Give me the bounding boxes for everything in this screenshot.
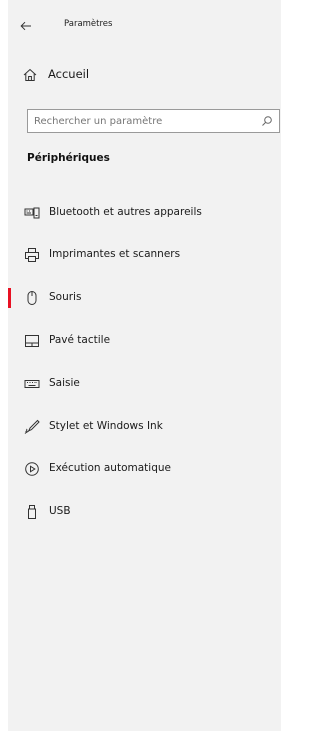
search-box[interactable]	[27, 109, 280, 133]
title-bar: Paramètres	[8, 14, 281, 38]
nav-item-label: Bluetooth et autres appareils	[49, 206, 202, 218]
home-icon	[23, 68, 37, 81]
nav-item-label: Stylet et Windows Ink	[49, 420, 163, 432]
back-button[interactable]	[16, 17, 36, 35]
home-link[interactable]: Accueil	[8, 62, 281, 88]
nav-item-touchpad[interactable]: Pavé tactile	[8, 327, 281, 355]
nav-item-label: Souris	[49, 291, 82, 303]
selection-indicator	[8, 288, 11, 308]
nav-item-label: Exécution automatique	[49, 462, 171, 474]
autoplay-icon	[25, 462, 39, 476]
pen-icon	[24, 419, 40, 434]
usb-icon	[28, 505, 36, 519]
nav-item-bluetooth[interactable]: Bluetooth et autres appareils	[8, 199, 281, 227]
nav-item-autoplay[interactable]: Exécution automatique	[8, 455, 281, 483]
section-heading: Périphériques	[27, 152, 110, 164]
nav-item-label: USB	[49, 505, 71, 517]
nav-item-mouse[interactable]: Souris	[8, 284, 281, 312]
nav-item-label: Saisie	[49, 377, 80, 389]
back-arrow-icon	[20, 21, 31, 31]
nav-item-label: Imprimantes et scanners	[49, 248, 181, 260]
nav-item-usb[interactable]: USB	[8, 498, 281, 526]
search-icon[interactable]	[261, 115, 273, 127]
home-label: Accueil	[48, 67, 90, 81]
keyboard-icon	[24, 380, 40, 388]
printer-icon	[25, 248, 39, 262]
search-input[interactable]	[28, 110, 253, 132]
nav-item-pen[interactable]: Stylet et Windows Ink	[8, 413, 281, 441]
app-title: Paramètres	[64, 19, 113, 29]
nav-item-typing[interactable]: Saisie	[8, 370, 281, 398]
settings-sidebar: Paramètres Accueil Périphériques Bluetoo…	[8, 0, 281, 731]
nav-item-printers[interactable]: Imprimantes et scanners	[8, 241, 281, 269]
touchpad-icon	[25, 335, 39, 347]
mouse-icon	[27, 291, 37, 305]
nav-item-label: Pavé tactile	[49, 334, 111, 346]
bluetooth-devices-icon	[24, 207, 40, 219]
